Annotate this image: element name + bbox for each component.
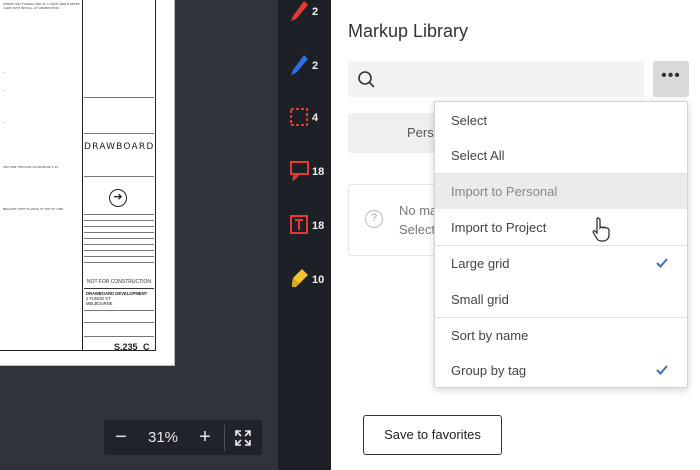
zoom-out-button[interactable]: − <box>104 420 138 455</box>
tool-highlighter[interactable]: 10 <box>278 262 331 302</box>
tool-count: 2 <box>312 60 319 72</box>
zoom-in-button[interactable]: + <box>188 420 222 455</box>
check-icon <box>656 365 668 375</box>
menu-item-small-grid[interactable]: Small grid <box>435 282 687 317</box>
dashed-rectangle-icon <box>290 108 308 126</box>
ellipsis-icon: ••• <box>661 67 681 84</box>
tool-red-pen[interactable]: 2 <box>278 0 331 34</box>
options-dropdown-menu: Select Select All Import to Personal Imp… <box>434 101 688 388</box>
tool-blue-pen[interactable]: 2 <box>278 48 331 88</box>
text-box-icon <box>290 215 308 234</box>
question-icon: ? <box>365 210 383 228</box>
search-icon <box>358 71 375 88</box>
menu-item-sort-by-name[interactable]: Sort by name <box>435 318 687 353</box>
hand-cursor-icon <box>592 217 610 242</box>
panel-title: Markup Library <box>348 21 469 41</box>
zoom-bar: − 31% + <box>104 420 262 455</box>
zoom-level: 31% <box>147 429 179 446</box>
sheet-number-value: S.235 <box>114 342 138 352</box>
empty-state-line: No ma <box>399 203 438 218</box>
menu-item-import-personal[interactable]: Import to Personal <box>435 174 687 209</box>
fit-screen-button[interactable] <box>225 429 261 447</box>
check-icon <box>656 258 668 268</box>
drawing-canvas[interactable]: WHERE ANY FIXINGS ARE AT A WIDE ANGLE RE… <box>0 0 278 470</box>
not-for-construction-label: NOT FOR CONSTRUCTION <box>86 279 152 285</box>
revision-value: C <box>143 342 150 352</box>
tool-count: 4 <box>312 112 319 124</box>
developer-block: DRAWBOARD DEVELOPMENT 1 FUNGE ST MELBOUR… <box>86 291 147 306</box>
save-to-favorites-button[interactable]: Save to favorites <box>363 415 502 455</box>
north-arrow-icon: ➜ <box>109 189 127 207</box>
search-input[interactable] <box>348 61 644 97</box>
markup-toolbar: 2 2 4 18 18 10 <box>278 0 331 470</box>
drawing-sheet: WHERE ANY FIXINGS ARE AT A WIDE ANGLE RE… <box>0 0 175 366</box>
menu-item-label: Group by tag <box>451 363 527 378</box>
developer-line: MELBOURNE <box>86 301 113 306</box>
menu-item-select-all[interactable]: Select All <box>435 138 687 173</box>
tool-callout[interactable]: 18 <box>278 154 331 194</box>
menu-item-group-by-tag[interactable]: Group by tag <box>435 353 687 388</box>
expand-icon <box>235 429 251 446</box>
tool-count: 10 <box>312 274 325 286</box>
tool-text-box[interactable]: 18 <box>278 208 331 248</box>
highlighter-icon <box>292 269 308 287</box>
menu-item-select[interactable]: Select <box>435 103 687 138</box>
more-options-button[interactable]: ••• <box>653 61 689 97</box>
pen-icon <box>291 1 308 21</box>
empty-state-line: Select <box>399 222 436 237</box>
tool-dashed-rectangle[interactable]: 4 <box>278 100 331 140</box>
menu-item-large-grid[interactable]: Large grid <box>435 246 687 281</box>
pen-icon <box>291 55 308 75</box>
tool-count: 18 <box>312 166 325 178</box>
drawing-brand: DRAWBOARD <box>84 142 155 152</box>
sheet-number: S.235 C <box>114 342 150 352</box>
menu-item-import-project[interactable]: Import to Project <box>435 210 687 245</box>
menu-item-label: Large grid <box>451 256 510 271</box>
tool-count: 18 <box>312 220 325 232</box>
tool-count: 2 <box>312 6 319 18</box>
callout-icon <box>290 161 309 181</box>
